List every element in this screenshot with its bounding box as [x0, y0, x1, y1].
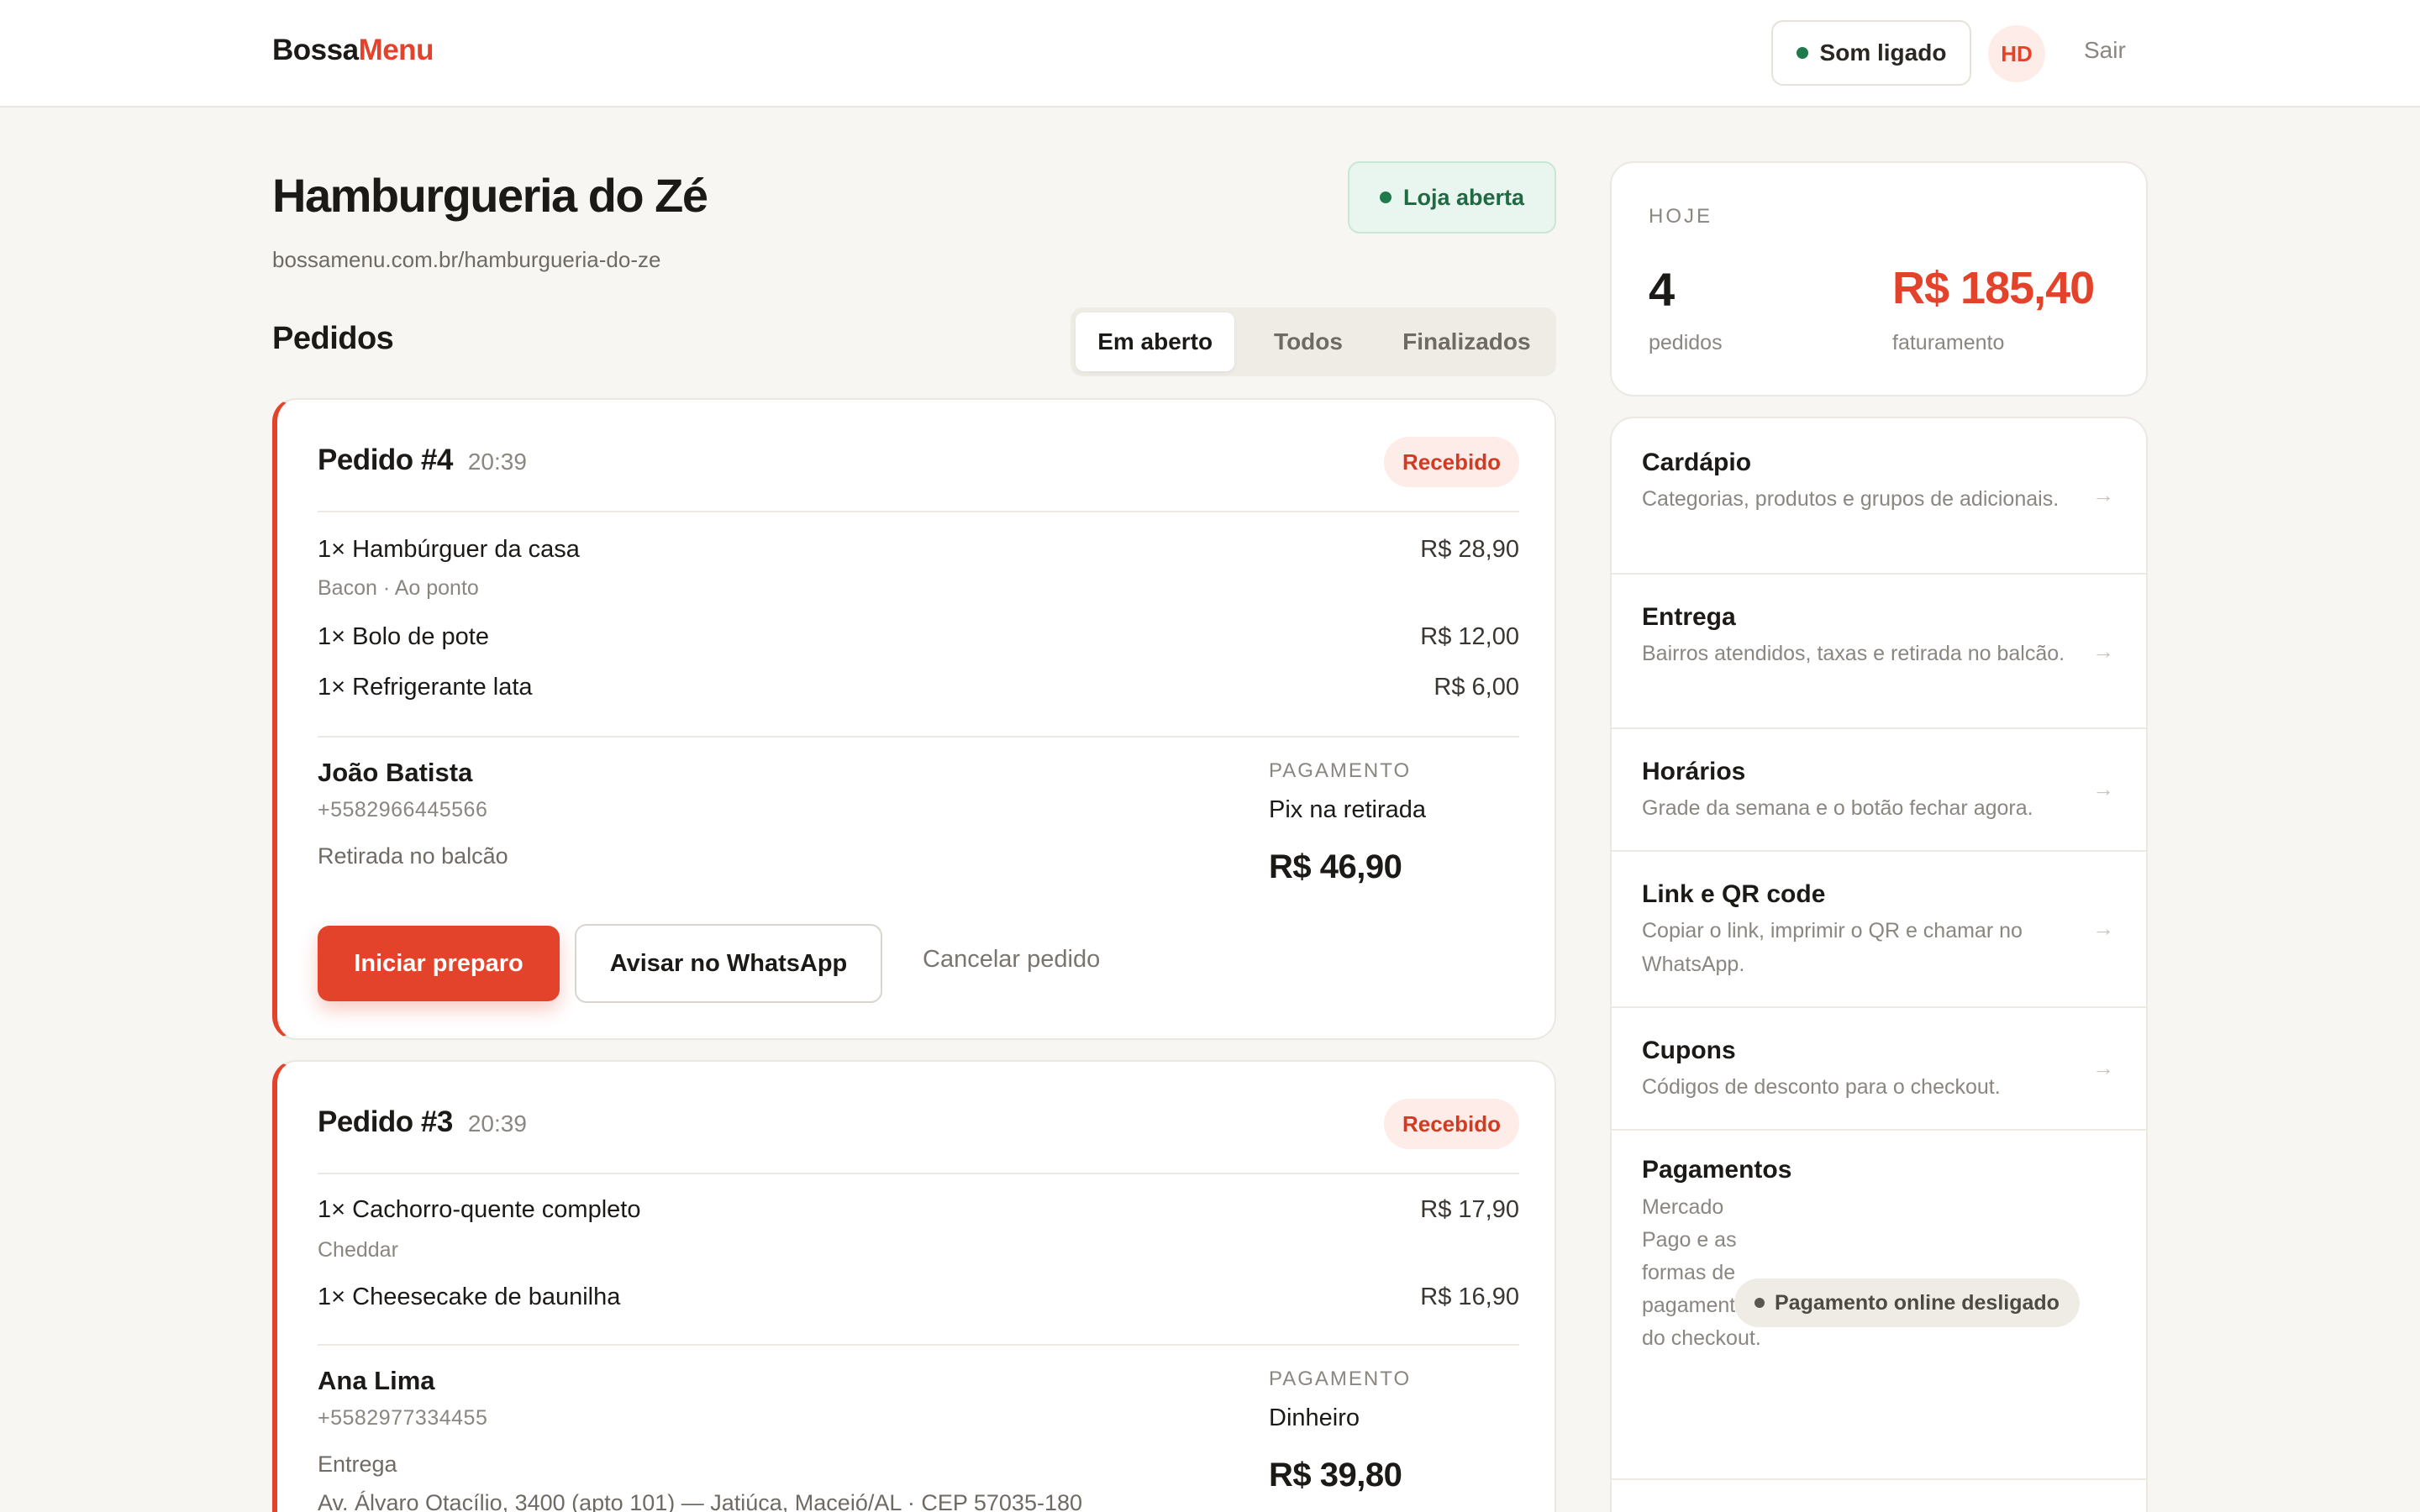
order-item: 1× Hambúrguer da casa R$ 28,90 [318, 536, 1519, 564]
menu-item-link-qr[interactable]: Link e QR code Copiar o link, imprimir o… [1612, 852, 2146, 1008]
order-status-badge: Recebido [1383, 1099, 1519, 1149]
delivery-mode: Retirada no balcão [318, 843, 508, 869]
arrow-right-icon: → [2092, 1055, 2114, 1080]
divider [318, 1173, 1519, 1174]
store-open-dot-icon [1379, 192, 1392, 203]
order-item-name: 1× Cheesecake de baunilha [318, 1284, 621, 1310]
arrow-right-icon: → [2092, 638, 2114, 664]
order-item-price: R$ 17,90 [1420, 1196, 1519, 1223]
tab-all-orders[interactable]: Todos [1239, 312, 1376, 371]
tab-finished-orders[interactable]: Finalizados [1382, 312, 1551, 371]
online-payment-status-badge: Pagamento online desligado [1734, 1278, 2080, 1327]
online-payment-status-label: Pagamento online desligado [1775, 1290, 2060, 1315]
order-item-note: Bacon · Ao ponto [318, 576, 479, 600]
delivery-address: Av. Álvaro Otacílio, 3400 (apto 101) — J… [318, 1490, 1082, 1512]
cancel-order-button[interactable]: Cancelar pedido [923, 946, 1100, 974]
menu-item-title: Cupons [1642, 1037, 1736, 1064]
arrow-right-icon: → [2092, 916, 2114, 941]
order-card: Pedido #3 20:39 Recebido 1× Cachorro-que… [272, 1060, 1556, 1512]
order-item: 1× Cachorro-quente completo R$ 17,90 [318, 1196, 1519, 1224]
divider [318, 511, 1519, 512]
payment-label: PAGAMENTO [1269, 759, 1412, 782]
menu-item-description: Mercado Pago e as formas de pagamento do… [1642, 1195, 1761, 1350]
arrow-right-icon: → [2092, 776, 2114, 801]
start-preparation-button[interactable]: Iniciar preparo [318, 926, 560, 1001]
menu-item-cupons[interactable]: Cupons Códigos de desconto para o checko… [1612, 1008, 2146, 1131]
customer-name: Ana Lima [318, 1366, 435, 1395]
order-item-note: Cheddar [318, 1238, 398, 1262]
store-status-label: Loja aberta [1402, 184, 1525, 210]
order-item: 1× Cheesecake de baunilha R$ 16,90 [318, 1284, 1519, 1311]
payment-method: Pix na retirada [1269, 796, 1426, 823]
divider [318, 1344, 1519, 1346]
payment-label: PAGAMENTO [1269, 1368, 1412, 1390]
customer-name: João Batista [318, 758, 473, 787]
order-total: R$ 46,90 [1269, 848, 1402, 885]
today-label: HOJE [1649, 205, 1713, 228]
order-card: Pedido #4 20:39 Recebido 1× Hambúrguer d… [272, 398, 1556, 1040]
menu-item-description: Categorias, produtos e grupos de adicion… [1642, 487, 2060, 511]
today-orders-label: pedidos [1649, 331, 1723, 354]
menu-item-title: Pagamentos [1642, 1156, 1792, 1184]
order-header: Pedido #4 20:39 [318, 444, 527, 477]
payment-method: Dinheiro [1269, 1404, 1360, 1431]
menu-item-description: Grade da semana e o botão fechar agora. [1642, 796, 2033, 820]
sound-toggle-button[interactable]: Som ligado [1771, 20, 1971, 86]
order-header: Pedido #3 20:39 [318, 1105, 527, 1139]
order-item: 1× Refrigerante lata R$ 6,00 [318, 674, 1519, 701]
delivery-mode: Entrega [318, 1452, 397, 1477]
order-number: Pedido #4 [318, 444, 453, 476]
order-item-name: 1× Refrigerante lata [318, 674, 533, 701]
order-total: R$ 39,80 [1269, 1457, 1402, 1494]
menu-item-title: Cardápio [1642, 449, 1752, 476]
menu-item-description: Copiar o link, imprimir o QR e chamar no… [1642, 919, 2023, 976]
order-item-price: R$ 28,90 [1420, 536, 1519, 563]
sound-status-dot-icon [1796, 47, 1808, 59]
today-orders-count: 4 [1649, 263, 1676, 316]
status-dot-icon [1754, 1298, 1765, 1308]
divider [318, 736, 1519, 738]
order-item-name: 1× Cachorro-quente completo [318, 1196, 641, 1223]
order-time: 20:39 [467, 1110, 527, 1137]
order-item-name: 1× Bolo de pote [318, 623, 489, 650]
menu-item-horarios[interactable]: Horários Grade da semana e o botão fecha… [1612, 729, 2146, 852]
orders-filter-tabs: Em aberto Todos Finalizados [1071, 307, 1556, 376]
order-item-price: R$ 6,00 [1434, 674, 1519, 701]
order-item-price: R$ 12,00 [1420, 623, 1519, 650]
app-logo[interactable]: BossaMenu [272, 34, 434, 67]
order-status-badge: Recebido [1383, 437, 1519, 487]
menu-item-cardapio[interactable]: Cardápio Categorias, produtos e grupos d… [1612, 418, 2146, 575]
order-time: 20:39 [467, 449, 527, 475]
menu-item-description: Bairros atendidos, taxas e retirada no b… [1642, 642, 2065, 665]
user-avatar[interactable]: HD [1988, 25, 2045, 82]
menu-item-title: Entrega [1642, 603, 1736, 631]
logout-link[interactable]: Sair [2084, 37, 2126, 64]
order-item-name: 1× Hambúrguer da casa [318, 536, 580, 563]
menu-item-description: Códigos de desconto para o checkout. [1642, 1075, 2001, 1099]
store-status-badge[interactable]: Loja aberta [1348, 161, 1556, 234]
menu-item-title: Link e QR code [1642, 880, 1826, 908]
sound-toggle-label: Som ligado [1819, 39, 1947, 66]
store-url[interactable]: bossamenu.com.br/hamburgueria-do-ze [272, 247, 660, 273]
customer-phone[interactable]: +5582966445566 [318, 798, 487, 822]
order-item: 1× Bolo de pote R$ 12,00 [318, 623, 1519, 651]
today-revenue-label: faturamento [1892, 331, 2005, 354]
orders-section-title: Pedidos [272, 321, 394, 356]
top-bar: BossaMenu Som ligado HD Sair [0, 0, 2420, 108]
tab-open-orders[interactable]: Em aberto [1076, 312, 1235, 371]
notify-whatsapp-button[interactable]: Avisar no WhatsApp [575, 924, 882, 1003]
menu-item-title: Horários [1642, 758, 1746, 785]
store-name: Hamburgueria do Zé [272, 169, 708, 222]
today-summary-card: HOJE 4 pedidos R$ 185,40 faturamento [1610, 161, 2148, 396]
order-number: Pedido #3 [318, 1105, 453, 1138]
menu-item-entrega[interactable]: Entrega Bairros atendidos, taxas e retir… [1612, 575, 2146, 729]
arrow-right-icon: → [2092, 482, 2114, 507]
today-revenue: R$ 185,40 [1892, 263, 2095, 313]
settings-menu: Cardápio Categorias, produtos e grupos d… [1610, 417, 2148, 1512]
order-item-price: R$ 16,90 [1420, 1284, 1519, 1310]
customer-phone[interactable]: +5582977334455 [318, 1406, 487, 1431]
